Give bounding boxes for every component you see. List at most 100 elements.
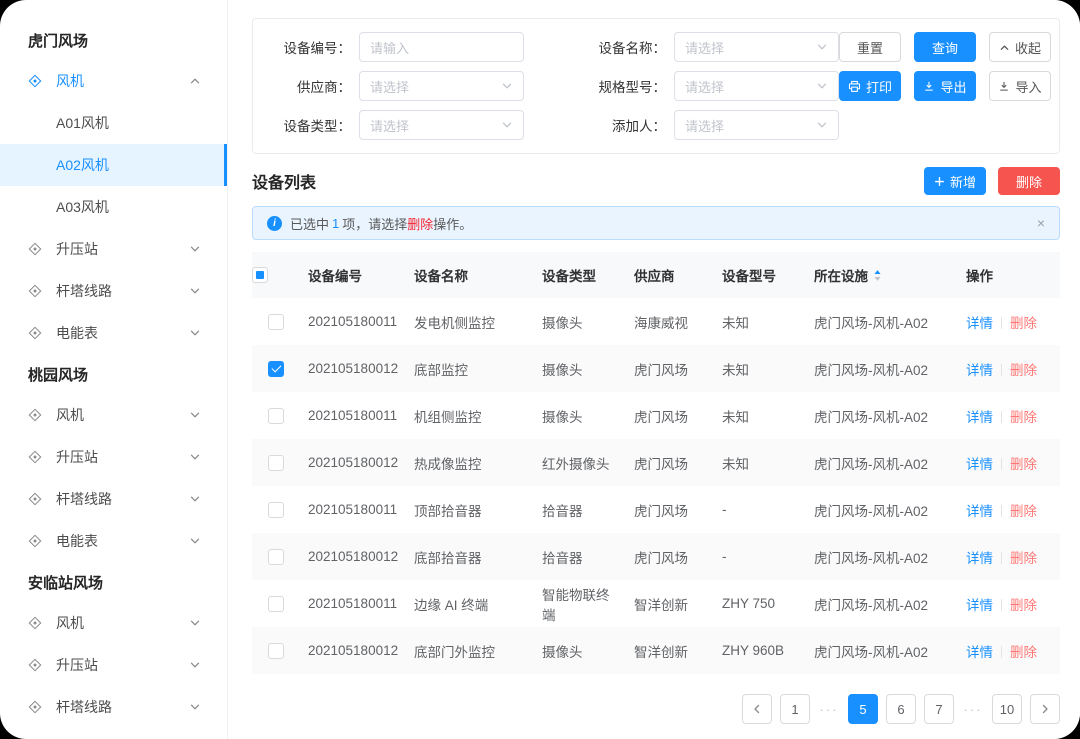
search-button[interactable]: 查询 (914, 32, 976, 62)
sidebar-group-label: 虎门风场 (0, 20, 227, 60)
table-row: 202105180012底部门外监控摄像头智洋创新ZHY 960B虎门风场-风机… (252, 627, 1060, 674)
remove-link[interactable]: 删除 (1010, 598, 1037, 613)
table-row: 202105180012底部监控摄像头虎门风场未知虎门风场-风机-A02详情删除 (252, 345, 1060, 392)
sidebar-item[interactable]: 电能表 (0, 312, 227, 354)
detail-link[interactable]: 详情 (966, 551, 993, 566)
sidebar-subitem[interactable]: A03风机 (0, 186, 227, 228)
chevron-down-icon (189, 451, 201, 463)
sidebar-subitem[interactable]: A02风机 (0, 144, 227, 186)
print-button[interactable]: 打印 (839, 71, 901, 101)
remove-link[interactable]: 删除 (1010, 363, 1037, 378)
row-checkbox[interactable] (268, 314, 284, 330)
column-header-facility[interactable]: 所在设施 (806, 252, 958, 298)
detail-link[interactable]: 详情 (966, 410, 993, 425)
row-checkbox[interactable] (268, 643, 284, 659)
page-button[interactable]: 1 (780, 694, 810, 724)
search-button-label: 查询 (932, 38, 958, 57)
page-button[interactable]: 6 (886, 694, 916, 724)
sidebar-item-label: 风机 (56, 613, 84, 633)
page-button[interactable]: 5 (848, 694, 878, 724)
sidebar-item[interactable]: 升压站 (0, 644, 227, 686)
sidebar-item[interactable]: 升压站 (0, 436, 227, 478)
remove-link[interactable]: 删除 (1010, 504, 1037, 519)
row-checkbox[interactable] (268, 549, 284, 565)
reset-button[interactable]: 重置 (839, 32, 901, 62)
delete-button[interactable]: 删除 (998, 167, 1060, 195)
diamond-icon (28, 658, 42, 672)
detail-link[interactable]: 详情 (966, 504, 993, 519)
sidebar-item[interactable]: 杆塔线路 (0, 478, 227, 520)
select-input[interactable]: 请选择 (674, 110, 839, 140)
cell-type: 红外摄像头 (534, 439, 626, 486)
row-checkbox-cell (252, 486, 300, 533)
chevron-down-icon (189, 493, 201, 505)
row-checkbox[interactable] (268, 596, 284, 612)
select-input[interactable]: 请选择 (674, 32, 839, 62)
detail-link[interactable]: 详情 (966, 457, 993, 472)
column-header-label: 所在设施 (814, 265, 868, 285)
sidebar-item[interactable]: 杆塔线路 (0, 270, 227, 312)
row-checkbox[interactable] (268, 455, 284, 471)
import-button[interactable]: 导入 (989, 71, 1051, 101)
cell-facility: 虎门风场-风机-A02 (806, 345, 958, 392)
prev-page-button[interactable] (742, 694, 772, 724)
remove-link[interactable]: 删除 (1010, 457, 1037, 472)
sidebar-item[interactable]: 升压站 (0, 228, 227, 270)
row-checkbox-cell (252, 392, 300, 439)
detail-link[interactable]: 详情 (966, 598, 993, 613)
remove-link[interactable]: 删除 (1010, 551, 1037, 566)
cell-facility: 虎门风场-风机-A02 (806, 392, 958, 439)
sidebar-item[interactable]: 风机 (0, 394, 227, 436)
row-checkbox[interactable] (268, 408, 284, 424)
detail-link[interactable]: 详情 (966, 316, 993, 331)
plus-icon (934, 176, 945, 187)
cell-name: 机组侧监控 (406, 392, 534, 439)
reset-button-label: 重置 (857, 38, 883, 57)
sort-icon[interactable] (873, 269, 882, 282)
detail-link[interactable]: 详情 (966, 363, 993, 378)
import-button-label: 导入 (1015, 77, 1041, 96)
cell-model: ZHY 750 (714, 580, 806, 627)
select-all-checkbox[interactable] (252, 267, 268, 283)
remove-link[interactable]: 删除 (1010, 316, 1037, 331)
sidebar-item[interactable]: 风机 (0, 60, 227, 102)
sidebar-group-label: 桃园风场 (0, 354, 227, 394)
remove-link[interactable]: 删除 (1010, 645, 1037, 660)
cell-supplier: 虎门风场 (626, 345, 714, 392)
select-input[interactable]: 请选择 (359, 71, 524, 101)
text-input[interactable]: 请输入 (359, 32, 524, 62)
table-body: 202105180011发电机侧监控摄像头海康威视未知虎门风场-风机-A02详情… (252, 298, 1060, 674)
next-page-button[interactable] (1030, 694, 1060, 724)
cell-name: 底部门外监控 (406, 627, 534, 674)
select-input[interactable]: 请选择 (674, 71, 839, 101)
sidebar-subitem[interactable]: A01风机 (0, 102, 227, 144)
export-button-label: 导出 (940, 77, 966, 96)
sidebar-item[interactable]: 电能表 (0, 520, 227, 562)
page-button[interactable]: 7 (924, 694, 954, 724)
export-button[interactable]: 导出 (914, 71, 976, 101)
chevron-down-icon (816, 80, 828, 92)
chevron-down-icon (189, 659, 201, 671)
filter-actions: 重置 查询 收起 打印 (839, 32, 1051, 140)
add-button[interactable]: 新增 (924, 167, 986, 195)
cell-model: ZHY 960B (714, 627, 806, 674)
page-jump-ellipsis[interactable]: ··· (962, 702, 984, 717)
collapse-button[interactable]: 收起 (989, 32, 1051, 62)
page-button[interactable]: 10 (992, 694, 1022, 724)
sidebar-item[interactable]: 风机 (0, 602, 227, 644)
sidebar-item[interactable]: 杆塔线路 (0, 686, 227, 728)
sidebar-item-label: 电能表 (56, 531, 98, 551)
cell-facility: 虎门风场-风机-A02 (806, 439, 958, 486)
detail-link[interactable]: 详情 (966, 645, 993, 660)
page-jump-ellipsis[interactable]: ··· (818, 702, 840, 717)
column-header-label: 设备型号 (722, 265, 776, 285)
select-input[interactable]: 请选择 (359, 110, 524, 140)
row-checkbox[interactable] (268, 361, 284, 377)
filter-field-label: 添加人： (578, 115, 666, 135)
row-checkbox[interactable] (268, 502, 284, 518)
filter-field: 设备编号：请输入 (263, 32, 524, 62)
remove-link[interactable]: 删除 (1010, 410, 1037, 425)
close-icon[interactable]: × (1037, 216, 1045, 230)
cell-supplier: 智洋创新 (626, 580, 714, 627)
column-header-content: 操作 (966, 265, 993, 285)
